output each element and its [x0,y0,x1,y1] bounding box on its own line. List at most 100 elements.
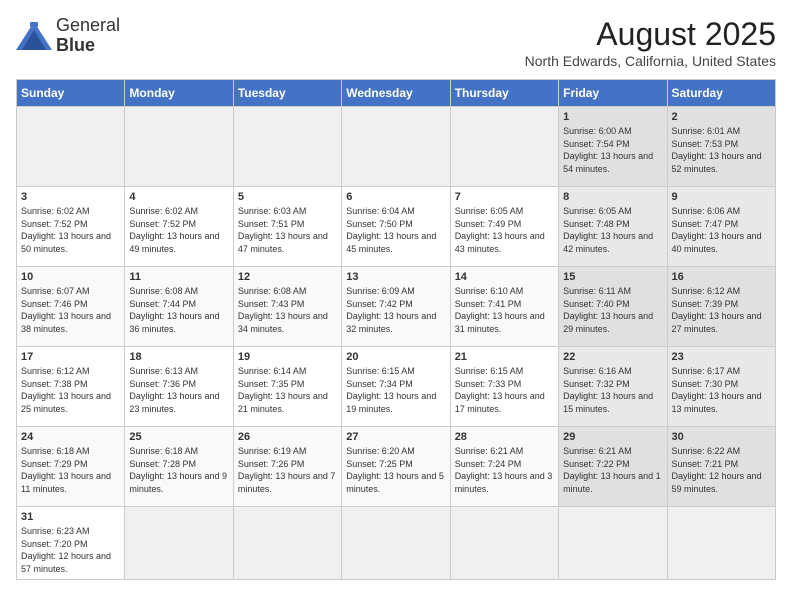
column-header-saturday: Saturday [667,80,775,107]
logo-text: GeneralBlue [56,16,120,56]
day-number: 18 [129,351,228,363]
calendar-week-6: 31Sunrise: 6:23 AM Sunset: 7:20 PM Dayli… [17,507,776,580]
generalblue-logo-icon [16,22,52,50]
day-number: 3 [21,191,120,203]
calendar-cell [342,107,450,187]
day-info: Sunrise: 6:12 AM Sunset: 7:38 PM Dayligh… [21,365,120,415]
day-number: 26 [238,431,337,443]
day-info: Sunrise: 6:08 AM Sunset: 7:44 PM Dayligh… [129,285,228,335]
calendar-cell: 3 Sunrise: 6:02 AM Sunset: 7:52 PM Daylig… [17,187,125,267]
day-info: Sunrise: 6:04 AM Sunset: 7:50 PM Dayligh… [346,205,445,255]
calendar-cell: 12 Sunrise: 6:08 AM Sunset: 7:43 PM Dayli… [233,267,341,347]
day-info: Sunrise: 6:22 AM Sunset: 7:21 PM Dayligh… [672,445,771,495]
calendar-cell: 7 Sunrise: 6:05 AM Sunset: 7:49 PM Daylig… [450,187,558,267]
day-number: 13 [346,271,445,283]
calendar-cell: 13 Sunrise: 6:09 AM Sunset: 7:42 PM Dayli… [342,267,450,347]
calendar-cell: 25Sunrise: 6:18 AM Sunset: 7:28 PM Dayli… [125,427,233,507]
calendar-cell: 15Sunrise: 6:11 AM Sunset: 7:40 PM Dayli… [559,267,667,347]
calendar-cell [233,507,341,580]
day-number: 6 [346,191,445,203]
calendar-week-2: 3 Sunrise: 6:02 AM Sunset: 7:52 PM Daylig… [17,187,776,267]
day-info: Sunrise: 6:03 AM Sunset: 7:51 PM Dayligh… [238,205,337,255]
calendar-cell [667,507,775,580]
calendar-cell: 2 Sunrise: 6:01 AM Sunset: 7:53 PM Daylig… [667,107,775,187]
day-number: 31 [21,511,120,523]
day-number: 21 [455,351,554,363]
calendar-cell: 30 Sunrise: 6:22 AM Sunset: 7:21 PM Dayli… [667,427,775,507]
day-info: Sunrise: 6:00 AM Sunset: 7:54 PM Dayligh… [563,125,662,175]
column-header-monday: Monday [125,80,233,107]
calendar-cell: 23Sunrise: 6:17 AM Sunset: 7:30 PM Dayli… [667,347,775,427]
day-info: Sunrise: 6:13 AM Sunset: 7:36 PM Dayligh… [129,365,228,415]
day-info: Sunrise: 6:02 AM Sunset: 7:52 PM Dayligh… [129,205,228,255]
day-info: Sunrise: 6:07 AM Sunset: 7:46 PM Dayligh… [21,285,120,335]
day-number: 8 [563,191,662,203]
day-info: Sunrise: 6:21 AM Sunset: 7:22 PM Dayligh… [563,445,662,495]
calendar-week-1: 1 Sunrise: 6:00 AM Sunset: 7:54 PM Daylig… [17,107,776,187]
day-number: 20 [346,351,445,363]
calendar-cell: 28Sunrise: 6:21 AM Sunset: 7:24 PM Dayli… [450,427,558,507]
calendar-cell: 31Sunrise: 6:23 AM Sunset: 7:20 PM Dayli… [17,507,125,580]
title-area: August 2025 North Edwards, California, U… [525,16,776,69]
day-number: 30 [672,431,771,443]
column-header-thursday: Thursday [450,80,558,107]
day-number: 10 [21,271,120,283]
day-info: Sunrise: 6:18 AM Sunset: 7:29 PM Dayligh… [21,445,120,495]
calendar-cell: 26 Sunrise: 6:19 AM Sunset: 7:26 PM Dayli… [233,427,341,507]
column-header-wednesday: Wednesday [342,80,450,107]
day-number: 5 [238,191,337,203]
calendar-cell: 21 Sunrise: 6:15 AM Sunset: 7:33 PM Dayli… [450,347,558,427]
day-number: 15 [563,271,662,283]
day-info: Sunrise: 6:15 AM Sunset: 7:34 PM Dayligh… [346,365,445,415]
calendar-cell: 27Sunrise: 6:20 AM Sunset: 7:25 PM Dayli… [342,427,450,507]
day-info: Sunrise: 6:09 AM Sunset: 7:42 PM Dayligh… [346,285,445,335]
calendar-cell: 29 Sunrise: 6:21 AM Sunset: 7:22 PM Dayli… [559,427,667,507]
calendar-subtitle: North Edwards, California, United States [525,53,776,69]
day-info: Sunrise: 6:10 AM Sunset: 7:41 PM Dayligh… [455,285,554,335]
column-header-sunday: Sunday [17,80,125,107]
day-number: 27 [346,431,445,443]
day-number: 7 [455,191,554,203]
day-number: 24 [21,431,120,443]
calendar-cell [125,107,233,187]
calendar-cell: 14Sunrise: 6:10 AM Sunset: 7:41 PM Dayli… [450,267,558,347]
day-info: Sunrise: 6:05 AM Sunset: 7:49 PM Dayligh… [455,205,554,255]
calendar-table: SundayMondayTuesdayWednesdayThursdayFrid… [16,79,776,580]
calendar-cell: 20 Sunrise: 6:15 AM Sunset: 7:34 PM Dayli… [342,347,450,427]
day-info: Sunrise: 6:21 AM Sunset: 7:24 PM Dayligh… [455,445,554,495]
day-info: Sunrise: 6:19 AM Sunset: 7:26 PM Dayligh… [238,445,337,495]
calendar-cell: 4 Sunrise: 6:02 AM Sunset: 7:52 PM Daylig… [125,187,233,267]
calendar-cell: 8 Sunrise: 6:05 AM Sunset: 7:48 PM Daylig… [559,187,667,267]
day-number: 23 [672,351,771,363]
day-number: 19 [238,351,337,363]
day-info: Sunrise: 6:08 AM Sunset: 7:43 PM Dayligh… [238,285,337,335]
calendar-cell: 19Sunrise: 6:14 AM Sunset: 7:35 PM Dayli… [233,347,341,427]
calendar-cell [450,507,558,580]
calendar-week-3: 10 Sunrise: 6:07 AM Sunset: 7:46 PM Dayli… [17,267,776,347]
calendar-cell: 5 Sunrise: 6:03 AM Sunset: 7:51 PM Daylig… [233,187,341,267]
day-info: Sunrise: 6:15 AM Sunset: 7:33 PM Dayligh… [455,365,554,415]
day-info: Sunrise: 6:05 AM Sunset: 7:48 PM Dayligh… [563,205,662,255]
day-number: 4 [129,191,228,203]
calendar-cell [17,107,125,187]
page-header: GeneralBlue August 2025 North Edwards, C… [16,16,776,69]
day-number: 22 [563,351,662,363]
calendar-cell: 18 Sunrise: 6:13 AM Sunset: 7:36 PM Dayli… [125,347,233,427]
day-number: 9 [672,191,771,203]
calendar-week-5: 24 Sunrise: 6:18 AM Sunset: 7:29 PM Dayli… [17,427,776,507]
calendar-cell [559,507,667,580]
calendar-cell: 10 Sunrise: 6:07 AM Sunset: 7:46 PM Dayli… [17,267,125,347]
day-number: 12 [238,271,337,283]
day-number: 2 [672,111,771,123]
day-info: Sunrise: 6:01 AM Sunset: 7:53 PM Dayligh… [672,125,771,175]
day-number: 29 [563,431,662,443]
calendar-cell [450,107,558,187]
logo: GeneralBlue [16,16,120,56]
calendar-cell [125,507,233,580]
calendar-header-row: SundayMondayTuesdayWednesdayThursdayFrid… [17,80,776,107]
day-number: 17 [21,351,120,363]
day-number: 1 [563,111,662,123]
calendar-week-4: 17 Sunrise: 6:12 AM Sunset: 7:38 PM Dayli… [17,347,776,427]
day-info: Sunrise: 6:02 AM Sunset: 7:52 PM Dayligh… [21,205,120,255]
day-number: 16 [672,271,771,283]
